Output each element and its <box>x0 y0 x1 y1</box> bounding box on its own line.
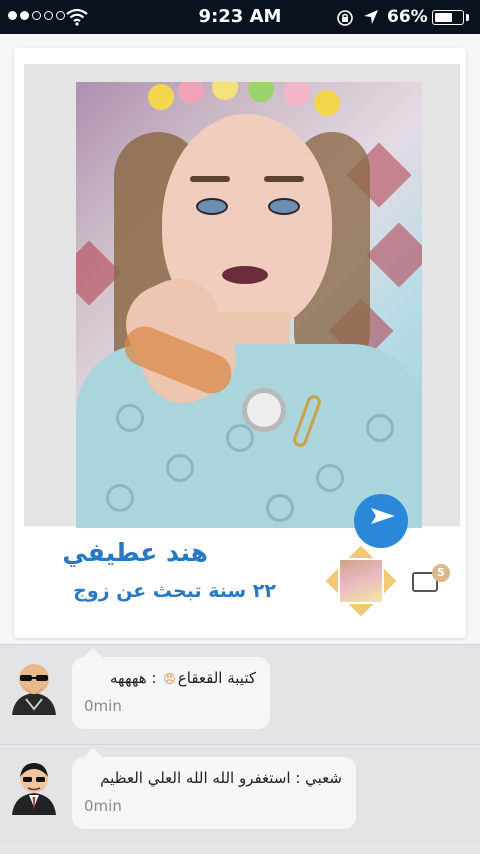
dress-pattern <box>266 494 294 522</box>
battery-percentage: 66% <box>387 7 428 27</box>
flower-crown <box>212 82 238 100</box>
dress-pattern <box>366 414 394 442</box>
suited-man-avatar-icon <box>12 763 56 815</box>
flower-crown <box>248 82 274 102</box>
comment-author[interactable]: شعبي <box>305 769 342 787</box>
flower-crown <box>314 90 340 116</box>
post-user-avatar[interactable] <box>325 545 397 617</box>
share-button[interactable] <box>354 494 408 548</box>
battery-tip <box>466 14 469 21</box>
post-photo[interactable] <box>76 82 422 528</box>
avatar-image <box>338 558 384 604</box>
post-card: هند عطيفي ٢٢ سنة تبحث عن زوج 5 <box>14 48 466 638</box>
comment-text: كتيبة القعقاع😠 : ههههه <box>110 669 256 687</box>
comment-separator: : <box>290 769 306 787</box>
background-tile <box>366 222 422 288</box>
share-icon <box>371 508 395 524</box>
post-user-name[interactable]: هند عطيفي <box>62 538 208 567</box>
flower-crown <box>148 84 174 110</box>
comment-item: كتيبة القعقاع😠 : ههههه 0min <box>0 644 480 743</box>
commenter-avatar[interactable] <box>8 657 60 717</box>
photo-eye <box>196 198 228 215</box>
comment-author[interactable]: كتيبة القعقاع <box>178 669 256 687</box>
rotation-lock-icon <box>337 10 353 26</box>
angry-emoji-icon: 😠 <box>163 672 176 686</box>
location-arrow-icon <box>364 10 378 24</box>
photo-lips <box>222 266 268 284</box>
comment-time: 0min <box>84 697 122 715</box>
photo-brow <box>190 176 230 182</box>
comment-time: 0min <box>84 797 122 815</box>
comment-bubble[interactable]: كتيبة القعقاع😠 : ههههه 0min <box>72 648 270 729</box>
photo-eye <box>268 198 300 215</box>
comment-item: شعبي : استغفرو الله الله العلي العظيم 0m… <box>0 744 480 843</box>
comment-separator: : <box>146 669 162 687</box>
comment-text: شعبي : استغفرو الله الله العلي العظيم <box>100 769 342 787</box>
bald-man-avatar-icon <box>12 664 56 715</box>
status-bar: 9:23 AM 66% <box>0 0 480 34</box>
gift-button[interactable]: 5 <box>412 564 450 596</box>
post-image-frame <box>24 64 460 548</box>
battery-level-fill <box>435 13 452 22</box>
dress-pattern <box>226 424 254 452</box>
battery-icon <box>432 10 464 25</box>
post-description: ٢٢ سنة تبحث عن زوج <box>73 580 276 602</box>
gift-count-badge: 5 <box>432 564 450 582</box>
dress-pattern <box>316 464 344 492</box>
dress-pattern <box>106 484 134 512</box>
comment-body: استغفرو الله الله العلي العظيم <box>100 769 291 787</box>
comment-bubble[interactable]: شعبي : استغفرو الله الله العلي العظيم 0m… <box>72 748 356 829</box>
photo-watch <box>242 388 286 432</box>
dress-pattern <box>166 454 194 482</box>
commenter-avatar[interactable] <box>8 757 60 817</box>
comment-body: ههههه <box>109 669 147 687</box>
flower-crown <box>284 82 310 106</box>
photo-brow <box>264 176 304 182</box>
flower-crown <box>178 82 204 104</box>
dress-pattern <box>116 404 144 432</box>
